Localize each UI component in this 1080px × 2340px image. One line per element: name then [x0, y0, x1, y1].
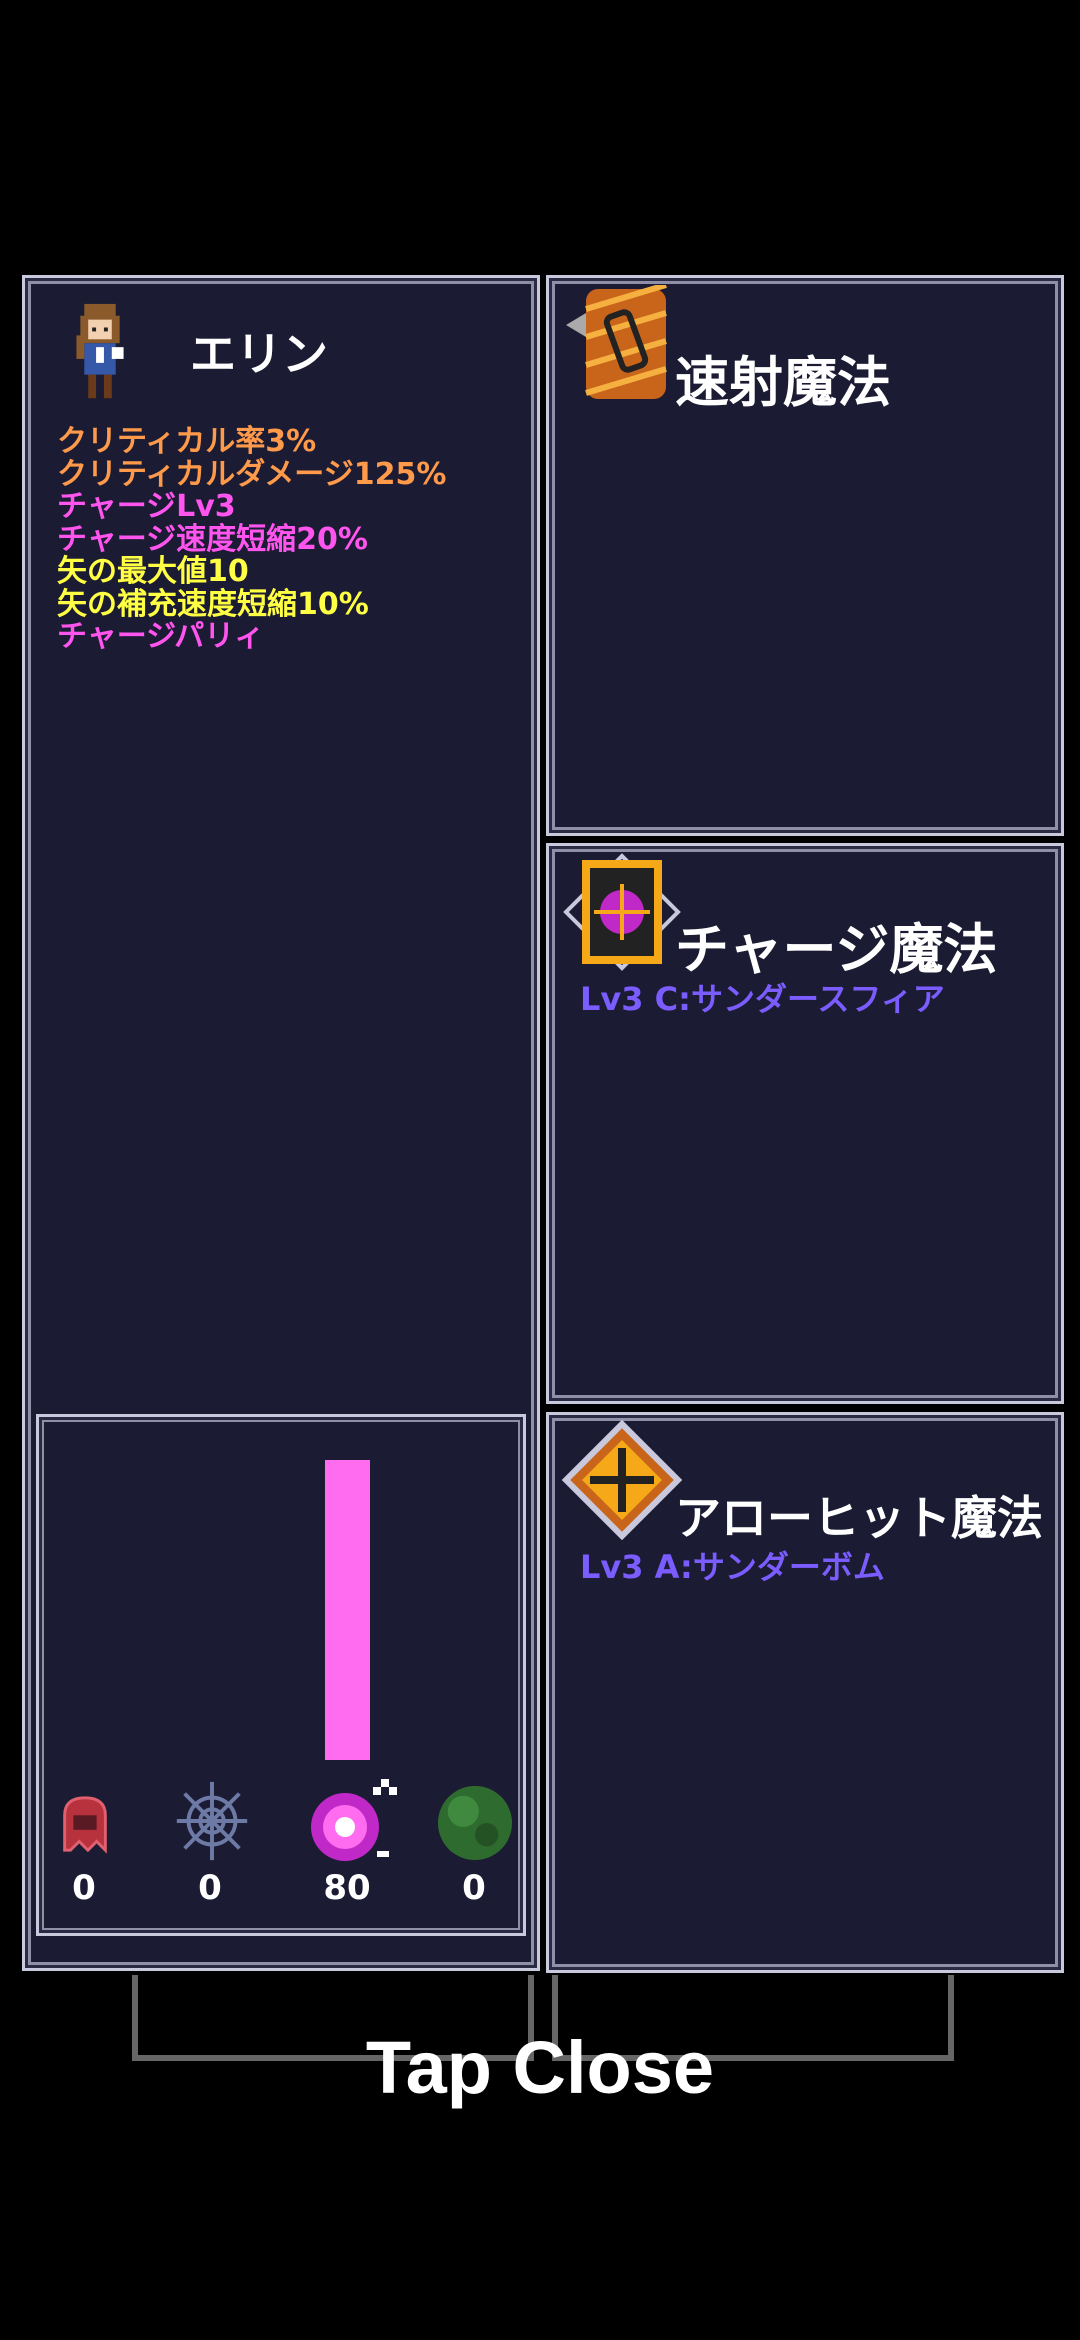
stat-line: チャージLv3	[57, 489, 236, 524]
arrowhit-magic-title: アローヒット魔法	[675, 1491, 1043, 1545]
web-icon	[176, 1781, 248, 1861]
rapid-magic-icon	[566, 285, 667, 399]
charge-gauge	[325, 1460, 370, 1760]
tap-close-button[interactable]: Tap Close	[0, 2025, 1080, 2110]
charge-magic-sub: Lv3 C:サンダースフィア	[580, 980, 945, 1018]
character-stats: クリティカル率3% クリティカルダメージ125% チャージLv3 チャージ速度短…	[57, 424, 447, 654]
magic-orb-icon	[311, 1779, 397, 1861]
resource-count: 0	[198, 1868, 222, 1908]
rapid-magic-title: 速射魔法	[675, 351, 891, 414]
character-sprite	[76, 303, 124, 399]
slime-icon	[437, 1785, 513, 1861]
stat-line: 矢の補充速度短縮10%	[57, 586, 369, 622]
resource-count: 0	[462, 1868, 486, 1908]
arrowhit-magic-icon	[562, 1420, 682, 1540]
resource-count: 80	[323, 1868, 371, 1908]
stat-line: チャージパリィ	[57, 619, 265, 654]
ghost-icon	[63, 1796, 107, 1854]
arrowhit-magic-sub: Lv3 A:サンダーボム	[580, 1548, 885, 1586]
charge-magic-title: チャージ魔法	[675, 918, 998, 981]
character-name: エリン	[190, 327, 328, 381]
stat-line: クリティカル率3%	[57, 424, 317, 459]
resource-count: 0	[72, 1868, 96, 1908]
stat-line: チャージ速度短縮20%	[57, 521, 368, 557]
stat-line: 矢の最大値10	[57, 554, 249, 589]
stat-line: クリティカルダメージ125%	[57, 456, 447, 492]
charge-magic-icon	[563, 853, 681, 971]
